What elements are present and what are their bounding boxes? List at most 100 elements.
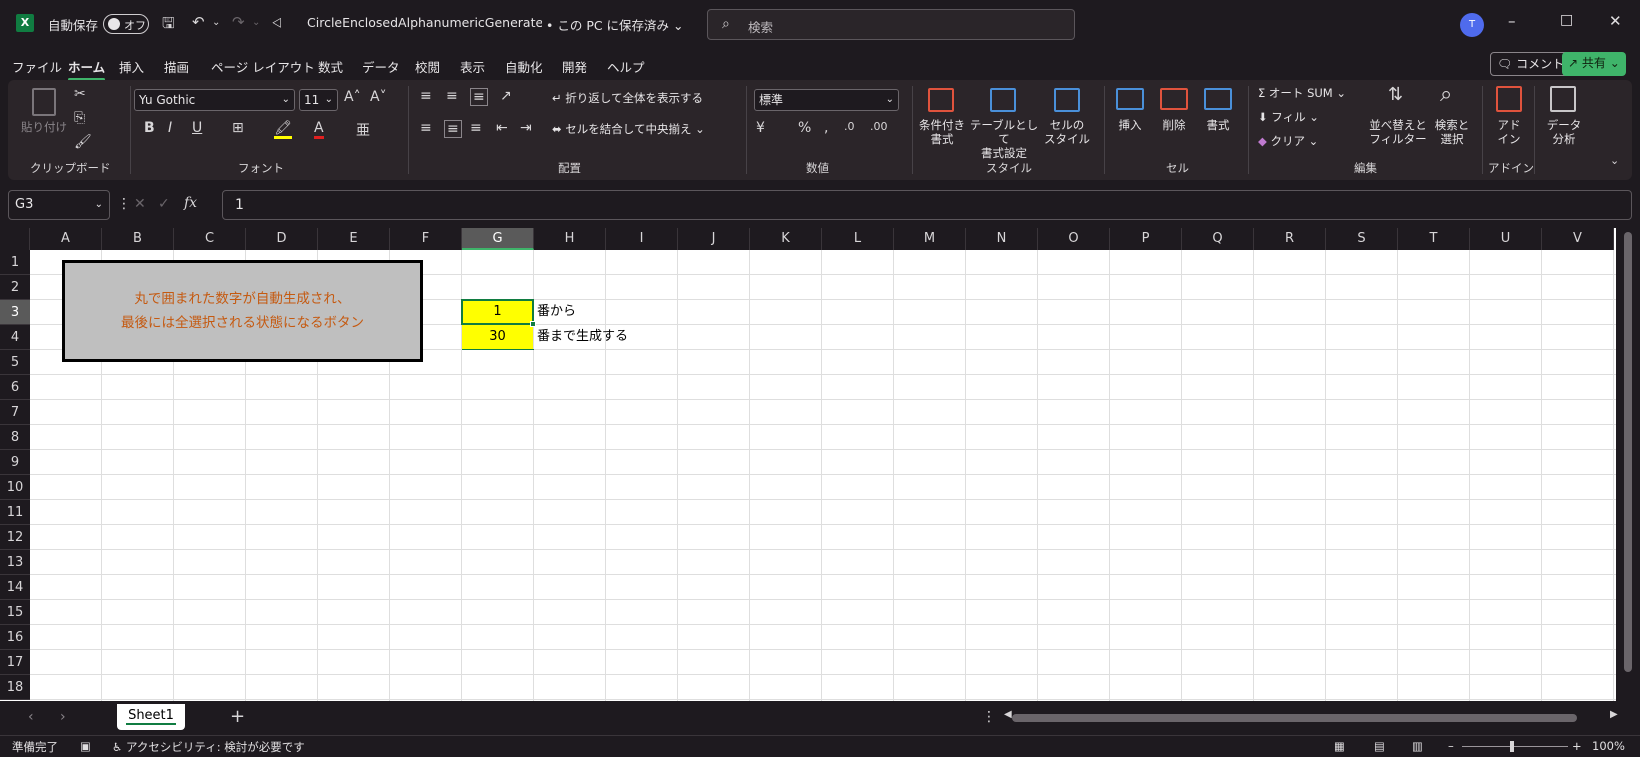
font-color-icon[interactable]: A [314,120,324,139]
merge-center-button[interactable]: ⬌ セルを結合して中央揃え ⌄ [552,122,705,136]
column-header[interactable]: M [894,228,966,250]
format-cells-label[interactable]: 書式 [1204,118,1232,132]
tab-help[interactable]: ヘルプ [607,57,645,76]
ribbon-collapse-icon[interactable]: ⌄ [1610,154,1619,167]
normal-view-icon[interactable]: ▦ [1334,739,1345,753]
cell-g4[interactable]: 30 [462,325,533,349]
bold-icon[interactable]: B [144,120,155,136]
number-format-dropdown[interactable]: 標準 ⌄ [754,89,899,111]
worksheet-grid[interactable]: A B C D E F G H I J K L M N O P Q R S T U V 1 2 3 4 5 6 7 8 9 10 11 12 13 1… [0,228,1616,701]
undo-icon[interactable]: ↶ [192,13,205,31]
row-header[interactable]: 17 [0,650,30,675]
column-header[interactable]: F [390,228,462,250]
autosum-button[interactable]: Σ オート SUM ⌄ [1258,86,1346,100]
align-top-icon[interactable]: ≡ [420,88,432,104]
addins-icon[interactable] [1496,86,1522,112]
cell-styles-icon[interactable] [1054,88,1080,112]
format-as-table-icon[interactable] [990,88,1016,112]
zoom-slider[interactable] [1462,746,1568,747]
row-header[interactable]: 1 [0,250,30,275]
fill-button[interactable]: ⬇ フィル ⌄ [1258,110,1319,124]
row-header[interactable]: 6 [0,375,30,400]
row-header[interactable]: 11 [0,500,30,525]
row-header[interactable]: 12 [0,525,30,550]
cell-styles-label[interactable]: セルの スタイル [1042,118,1092,146]
autosave-toggle[interactable]: オフ [103,14,149,34]
tab-data[interactable]: データ [362,57,400,76]
analyze-data-label[interactable]: データ 分析 [1542,118,1586,146]
tab-insert[interactable]: 挿入 [119,57,144,76]
column-header[interactable]: P [1110,228,1182,250]
row-header[interactable]: 18 [0,675,30,700]
cell-g3[interactable]: 1 [461,299,534,325]
redo-dropdown-icon[interactable]: ⌄ [252,17,260,28]
tab-review[interactable]: 校閲 [415,57,440,76]
row-header[interactable]: 10 [0,475,30,500]
column-header[interactable]: T [1398,228,1470,250]
column-header[interactable]: G [462,228,534,250]
add-sheet-icon[interactable]: + [230,706,245,727]
border-icon[interactable]: ⊞ [232,120,244,136]
accessibility-status[interactable]: ♿ アクセシビリティ: 検討が必要です [112,739,305,755]
align-right-icon[interactable]: ≡ [470,120,482,136]
tab-file[interactable]: ファイル [12,57,62,76]
column-header[interactable]: C [174,228,246,250]
row-header[interactable]: 15 [0,600,30,625]
decrease-indent-icon[interactable]: ⇤ [496,120,508,136]
search-box[interactable]: ⌕ 検索 [707,9,1075,40]
currency-icon[interactable]: ¥ [756,120,765,136]
find-select-icon[interactable]: ⌕ [1440,82,1452,107]
fill-handle[interactable] [530,321,536,327]
font-size-dropdown[interactable]: 11 ⌄ [299,89,338,111]
underline-icon[interactable]: U [192,120,202,136]
column-header[interactable]: N [966,228,1038,250]
zoom-out-icon[interactable]: – [1448,739,1454,753]
tab-view[interactable]: 表示 [460,57,485,76]
horizontal-scrollbar[interactable] [1012,714,1577,722]
paste-icon[interactable] [32,88,56,116]
zoom-in-icon[interactable]: + [1572,739,1582,753]
cell-h3[interactable]: 番から [534,300,576,324]
zoom-level[interactable]: 100% [1592,739,1625,753]
clear-button[interactable]: ◆ クリア ⌄ [1258,134,1318,148]
redo-icon[interactable]: ↷ [232,13,245,31]
file-name[interactable]: CircleEnclosedAlphanumericGenerater.··· [307,15,542,30]
orientation-icon[interactable]: ↗ [500,88,512,104]
page-break-view-icon[interactable]: ▥ [1412,739,1423,753]
analyze-data-icon[interactable] [1550,86,1576,112]
undo-dropdown-icon[interactable]: ⌄ [212,17,220,28]
row-header[interactable]: 5 [0,350,30,375]
decrease-decimal-icon[interactable]: .00 [870,120,888,133]
percent-icon[interactable]: % [798,120,811,136]
column-header[interactable]: O [1038,228,1110,250]
addins-label[interactable]: アド イン [1492,118,1526,146]
tab-home[interactable]: ホーム [68,57,106,81]
row-header[interactable]: 16 [0,625,30,650]
font-name-dropdown[interactable]: Yu Gothic ⌄ [134,89,295,111]
increase-indent-icon[interactable]: ⇥ [520,120,532,136]
comma-icon[interactable]: , [824,120,828,136]
share-button[interactable]: ↗ 共有 ⌄ [1562,52,1626,76]
find-select-label[interactable]: 検索と 選択 [1430,118,1474,146]
prev-sheet-icon[interactable]: ‹ [28,709,34,725]
column-header[interactable]: J [678,228,750,250]
phonetic-icon[interactable]: 亜 [356,120,370,140]
insert-cells-icon[interactable] [1116,88,1144,110]
fill-color-icon[interactable]: 🖍 [274,120,292,139]
next-sheet-icon[interactable]: › [60,709,66,725]
more-icon[interactable]: ⋮ [982,709,996,725]
format-cells-icon[interactable] [1204,88,1232,110]
sheet-tab[interactable]: Sheet1 [117,704,185,730]
tab-formulas[interactable]: 数式 [318,57,343,76]
wrap-text-button[interactable]: ↵ 折り返して全体を表示する [552,91,703,105]
zoom-slider-thumb[interactable] [1510,741,1514,752]
tab-page-layout[interactable]: ページ レイアウト [211,57,315,76]
column-header[interactable]: U [1470,228,1542,250]
formula-input[interactable]: 1 [222,190,1632,220]
insert-cells-label[interactable]: 挿入 [1116,118,1144,132]
minimize-icon[interactable]: – [1508,12,1516,30]
row-header[interactable]: 4 [0,325,30,350]
tab-draw[interactable]: 描画 [164,57,189,76]
row-header[interactable]: 13 [0,550,30,575]
vertical-scrollbar[interactable] [1616,228,1640,701]
